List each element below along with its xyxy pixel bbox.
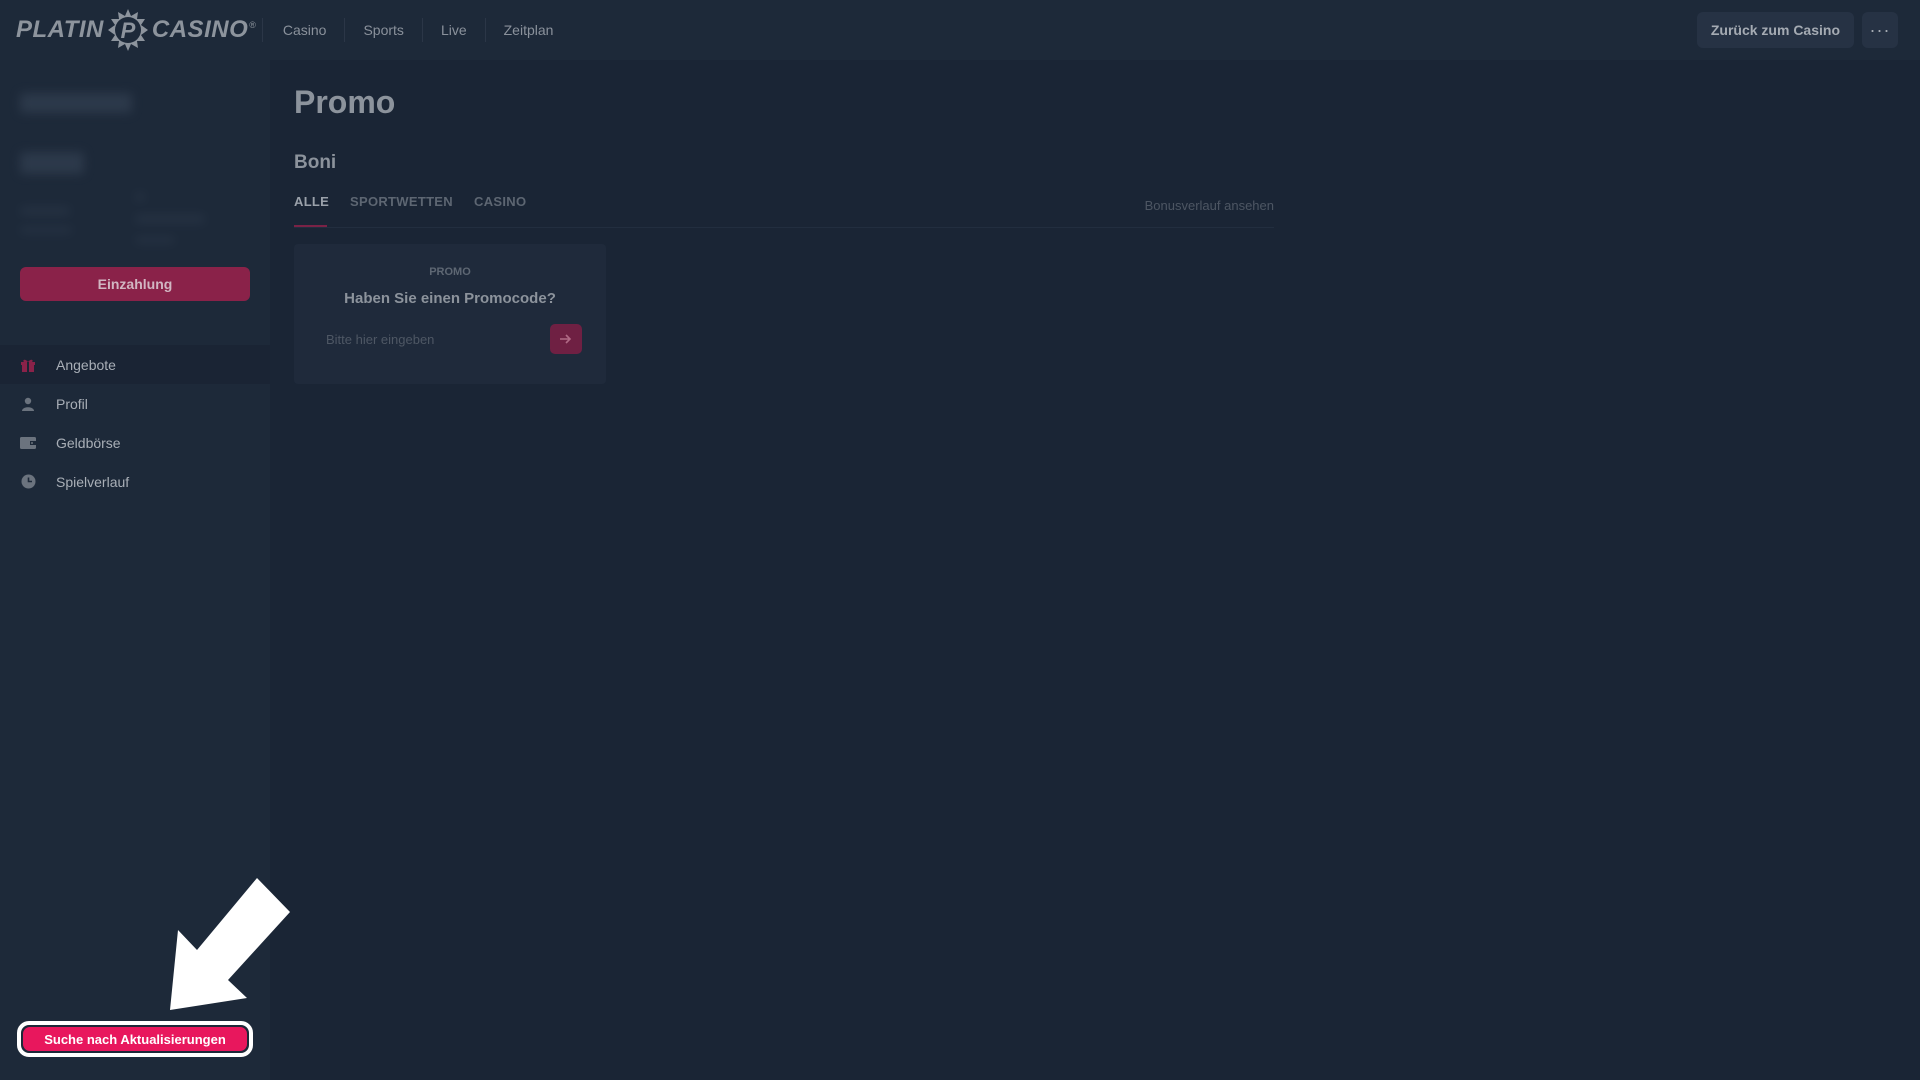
promo-code-input[interactable] (324, 328, 548, 350)
promo-card-question: Haben Sie einen Promocode? (344, 290, 556, 307)
more-menu-button[interactable]: ··· (1862, 12, 1898, 48)
logo-badge-icon: P (107, 9, 148, 51)
blurred-detail (20, 226, 72, 234)
pointer-arrow-icon (170, 878, 290, 1010)
sidebar-item-label: Spielverlauf (56, 473, 130, 490)
tab-casino[interactable]: CASINO (474, 194, 526, 209)
blurred-detail (135, 192, 145, 202)
sidebar-item-angebote[interactable]: Angebote (0, 345, 270, 384)
logo-trademark: ® (249, 20, 256, 30)
section-title: Boni (294, 152, 337, 173)
logo-text-left: PLATIN (16, 16, 104, 43)
nav-live[interactable]: Live (421, 18, 485, 42)
sidebar-menu: Angebote Profil Geldbörse Spielverlauf (0, 345, 270, 501)
active-tab-indicator (294, 225, 327, 227)
user-icon (20, 396, 36, 412)
wallet-icon (20, 435, 36, 451)
top-bar: PLATIN P CASINO ® Casino Sports Live Zei… (0, 0, 1920, 60)
page-title: Promo (294, 84, 396, 120)
logo-text-right: CASINO (151, 16, 249, 43)
promo-code-card: PROMO Haben Sie einen Promocode? (294, 244, 606, 384)
back-to-casino-button[interactable]: Zurück zum Casino (1696, 12, 1854, 48)
tab-alle[interactable]: ALLE (294, 194, 329, 209)
svg-text:P: P (121, 18, 136, 43)
sidebar-item-spielverlauf[interactable]: Spielverlauf (0, 462, 270, 501)
sidebar-item-profil[interactable]: Profil (0, 384, 270, 423)
blurred-detail (135, 236, 175, 244)
nav-sports[interactable]: Sports (344, 18, 421, 42)
bonus-history-link[interactable]: Bonusverlauf ansehen (1145, 198, 1274, 213)
nav-zeitplan[interactable]: Zeitplan (484, 18, 572, 42)
gift-icon (20, 357, 36, 373)
blurred-detail (135, 214, 205, 224)
sidebar-item-label: Angebote (56, 356, 116, 373)
promo-submit-button[interactable] (550, 324, 582, 354)
sidebar-item-label: Profil (56, 395, 88, 412)
more-dots-icon: ··· (1869, 19, 1891, 40)
tab-sportwetten[interactable]: SPORTWETTEN (350, 194, 453, 209)
sidebar-item-geldboerse[interactable]: Geldbörse (0, 423, 270, 462)
check-updates-button[interactable]: Suche nach Aktualisierungen (17, 1021, 253, 1057)
sidebar-item-label: Geldbörse (56, 434, 121, 451)
bonus-tabs: ALLE SPORTWETTEN CASINO Bonusverlauf ans… (294, 194, 1274, 228)
check-updates-label: Suche nach Aktualisierungen (23, 1027, 247, 1051)
arrow-right-icon (560, 334, 572, 344)
promo-card-label: PROMO (429, 266, 471, 278)
blurred-balance (20, 152, 84, 174)
main-nav: Casino Sports Live Zeitplan (261, 0, 572, 60)
top-right-actions: Zurück zum Casino ··· (1696, 12, 1898, 48)
blurred-detail (20, 206, 70, 216)
clock-icon (20, 474, 36, 490)
platin-casino-logo[interactable]: PLATIN P CASINO ® (16, 0, 256, 60)
blurred-username (20, 93, 132, 113)
deposit-button[interactable]: Einzahlung (20, 267, 250, 301)
nav-casino[interactable]: Casino (261, 18, 345, 42)
